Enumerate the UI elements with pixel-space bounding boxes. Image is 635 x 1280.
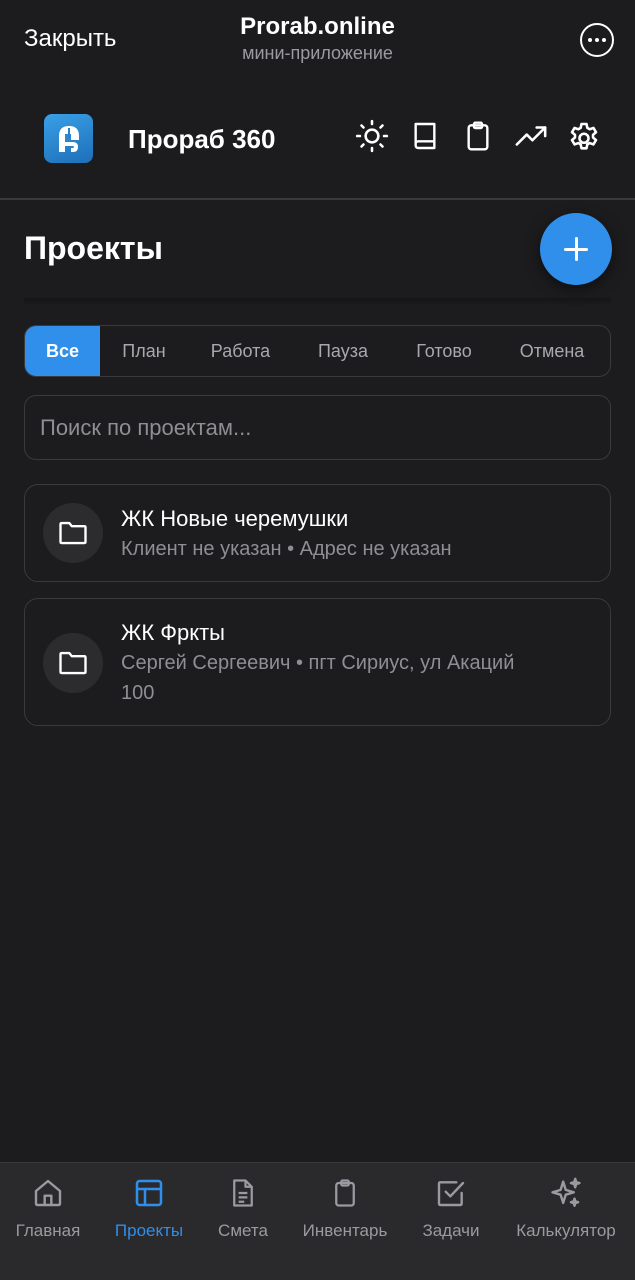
sparkles-icon (549, 1175, 583, 1211)
search-input[interactable] (24, 395, 611, 460)
document-icon (226, 1175, 260, 1211)
clipboard-icon[interactable] (460, 118, 496, 154)
project-subtitle: Клиент не указан • Адрес не указан (121, 538, 452, 560)
app-header: Прораб 360 (0, 92, 635, 198)
tab-plan[interactable]: План (100, 326, 188, 376)
nav-label: Инвентарь (302, 1221, 388, 1240)
title-block: Prorab.online мини-приложение (0, 12, 635, 64)
tab-pause[interactable]: Пауза (293, 326, 393, 376)
clipboard-icon (328, 1175, 362, 1211)
checkbox-icon (434, 1175, 468, 1211)
project-card[interactable]: ЖК Новые черемушки Клиент не указан • Ад… (24, 484, 611, 582)
app-subtitle: мини-приложение (242, 43, 393, 63)
prorab-logo-icon (44, 114, 93, 163)
nav-item-tasks[interactable]: Задачи (418, 1175, 484, 1241)
sun-icon[interactable] (354, 118, 390, 154)
project-title: ЖК Фркты (121, 620, 225, 645)
home-icon (31, 1175, 65, 1211)
nav-item-estimate[interactable]: Смета (214, 1175, 272, 1241)
gear-icon[interactable] (566, 118, 602, 154)
project-title: ЖК Новые черемушки (121, 506, 349, 531)
nav-label: Главная (15, 1221, 81, 1240)
nav-label: Смета (218, 1221, 268, 1240)
nav-label: Проекты (114, 1221, 184, 1240)
tab-cancel[interactable]: Отмена (495, 326, 609, 376)
section-shadow (24, 298, 611, 306)
folder-icon (43, 503, 103, 563)
plus-icon (564, 237, 588, 261)
nav-label: Задачи (422, 1221, 480, 1240)
nav-item-home[interactable]: Главная (14, 1175, 82, 1241)
nav-label: Калькулятор (516, 1221, 616, 1240)
header-divider (0, 198, 635, 200)
bottom-nav: Главная Проекты Смета Инвентарь Задачи К… (0, 1162, 635, 1280)
tab-work[interactable]: Работа (188, 326, 293, 376)
status-filter-tabs: Все План Работа Пауза Готово Отмена (24, 325, 611, 377)
nav-item-inventory[interactable]: Инвентарь (297, 1175, 393, 1241)
add-project-button[interactable] (540, 213, 612, 285)
project-subtitle: Сергей Сергеевич • пгт Сириус, ул Акаций… (121, 652, 515, 704)
trending-up-icon[interactable] (513, 118, 549, 154)
app-screen: Закрыть Prorab.online мини-приложение Пр… (0, 0, 635, 1280)
layout-icon (132, 1175, 166, 1211)
book-icon[interactable] (407, 118, 443, 154)
page-title: Проекты (24, 230, 163, 266)
project-card[interactable]: ЖК Фркты Сергей Сергеевич • пгт Сириус, … (24, 598, 611, 726)
folder-icon (43, 633, 103, 693)
top-bar: Закрыть Prorab.online мини-приложение (0, 0, 635, 80)
app-title: Prorab.online (240, 13, 395, 40)
tab-done[interactable]: Готово (393, 326, 495, 376)
nav-item-projects[interactable]: Проекты (110, 1175, 188, 1241)
tab-all[interactable]: Все (25, 326, 100, 376)
nav-item-calculator[interactable]: Калькулятор (509, 1175, 623, 1241)
more-dots-icon[interactable] (580, 23, 614, 57)
brand-name: Прораб 360 (128, 124, 276, 154)
